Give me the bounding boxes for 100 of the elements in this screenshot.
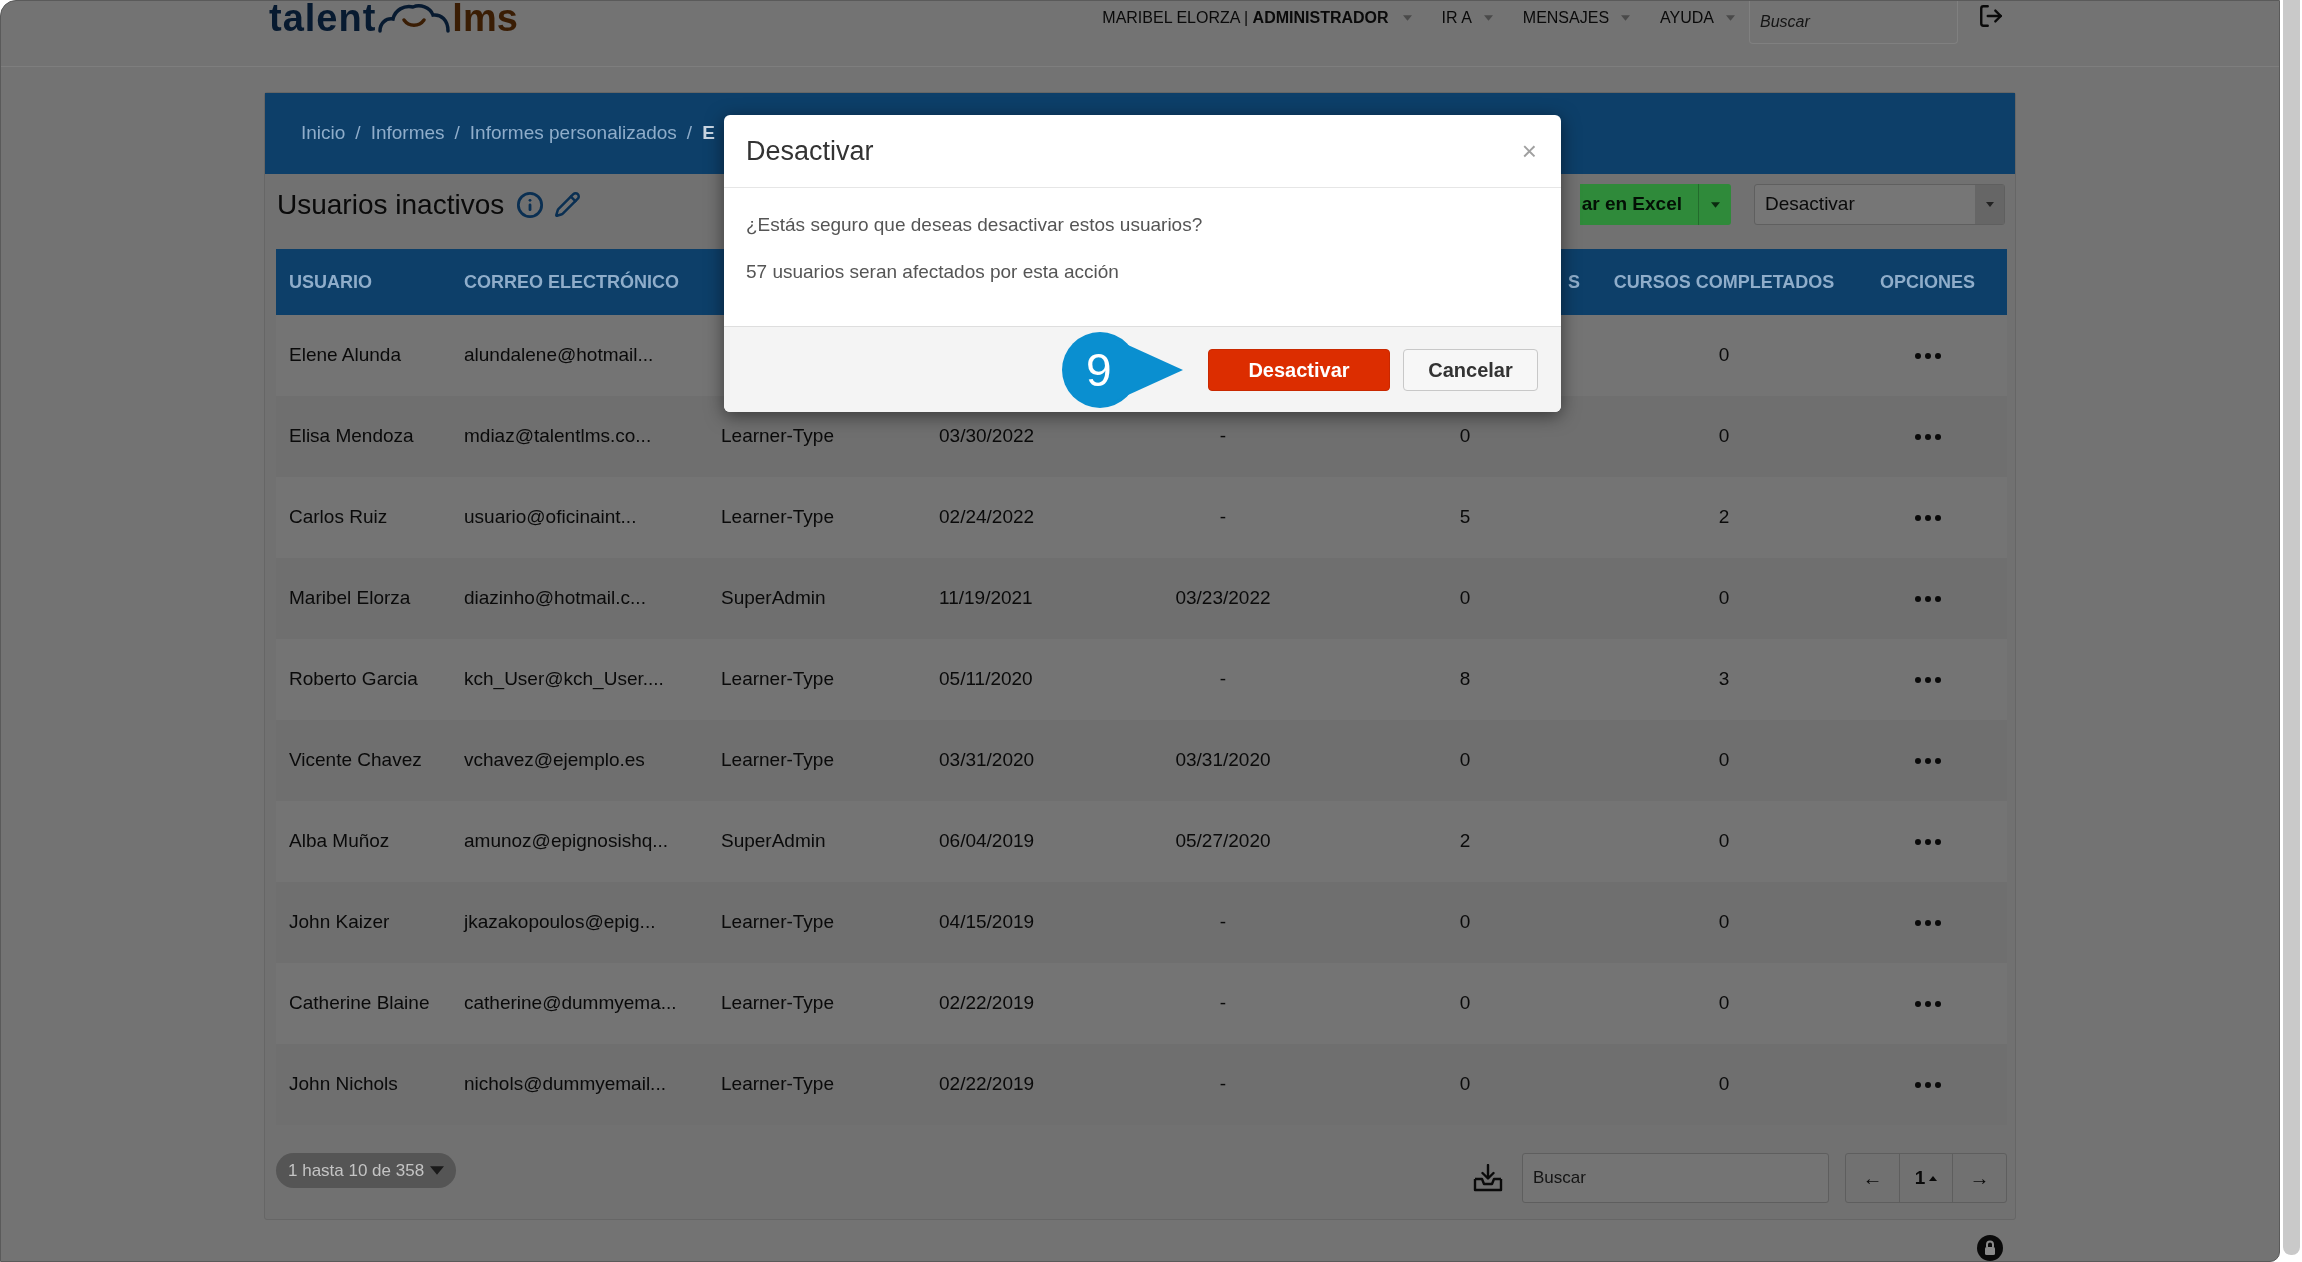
ellipsis-icon [1914,352,1941,359]
table-cell: - [1219,668,1227,690]
search-field[interactable]: Buscar [1522,1153,1829,1203]
table-cell: mdiaz@talentlms.co... [464,425,652,447]
table-cell: 0 [1718,344,1730,366]
step-callout: 9 [1062,331,1183,408]
breadcrumb-current: E [702,121,715,146]
ellipsis-icon [1914,676,1941,683]
dialog-message: ¿Estás seguro que deseas desactivar estos usuarios? [746,213,1204,237]
table-cell: 02/22/2019 [939,992,1035,1014]
ellipsis-icon [1914,919,1941,926]
table-cell: 0 [1718,425,1730,447]
caret-icon [1985,202,1994,207]
nav-menu[interactable]: IR A [1441,6,1493,30]
pencil-icon[interactable] [554,191,582,218]
logo-text: lms [452,1,518,35]
ellipsis-icon [1914,1081,1941,1088]
table-cell: 05/11/2020 [939,668,1033,690]
table-cell: usuario@oficinaint... [464,506,637,528]
breadcrumb-separator: / [454,121,460,146]
page-number-button[interactable]: 1 [1900,1154,1953,1202]
table-cell: Roberto Garcia [289,668,418,690]
table-cell: alundalene@hotmail... [464,344,654,366]
table-cell: 0 [1718,1073,1730,1095]
column-header[interactable]: USUARIO [289,271,372,292]
table-cell: Carlos Ruiz [289,506,388,528]
table-cell: - [1219,992,1227,1014]
export-button[interactable]: ar en Excel [1579,184,1731,225]
table-cell: 8 [1459,668,1471,690]
action-select[interactable]: Desactivar [1754,184,2005,225]
ellipsis-icon [1914,433,1941,440]
table-cell: 03/30/2022 [939,425,1035,447]
breadcrumb-separator: / [355,121,361,146]
ellipsis-icon [1914,757,1941,764]
caret-icon [430,1166,445,1175]
table-cell: Learner-Type [721,506,834,528]
nav-menu[interactable]: AYUDA [1660,6,1735,30]
page-range-pill[interactable]: 1 hasta 10 de 358 [276,1153,457,1188]
table-cell: 02/24/2022 [939,506,1035,528]
next-page-button[interactable]: → [1953,1154,2006,1202]
table-cell: Elene Alunda [289,344,401,366]
previous-page-button[interactable]: ← [1846,1154,1900,1202]
table-cell: 03/31/2020 [939,749,1035,771]
table-cell: diazinho@hotmail.c... [464,587,646,609]
deactivate-button[interactable]: Desactivar [1208,348,1390,391]
ellipsis-icon [1914,838,1941,845]
cloud-icon [378,3,451,33]
breadcrumb-link[interactable]: Informes [370,119,445,148]
table-cell: 0 [1718,587,1730,609]
table-cell: Alba Muñoz [289,830,390,852]
user-menu[interactable]: MARIBEL ELORZA | ADMINISTRADOR [1102,6,1412,30]
table-cell: 0 [1459,992,1471,1014]
caret-icon [1710,201,1720,208]
padlock-icon[interactable] [1977,1235,2003,1261]
column-header[interactable]: CORREO ELECTRÓNICO [464,271,679,292]
table-cell: - [1219,425,1227,447]
table-cell: 2 [1718,506,1730,528]
table-cell: 03/31/2020 [1175,749,1271,771]
table-cell: 06/04/2019 [939,830,1035,852]
table-cell: - [1219,506,1227,528]
search-field[interactable]: Buscar [1749,1,1958,44]
table-cell: SuperAdmin [721,587,826,609]
caret-icon [1621,15,1631,21]
table-cell: 0 [1718,911,1730,933]
table-cell: SuperAdmin [721,830,826,852]
table-cell: 5 [1459,506,1471,528]
table-cell: Elisa Mendoza [289,425,414,447]
table-cell: 2 [1459,830,1471,852]
table-cell: Learner-Type [721,992,834,1014]
table-cell: Learner-Type [721,668,834,690]
download-tray-icon[interactable] [1473,1164,1503,1192]
ellipsis-icon [1914,1000,1941,1007]
scrollbar[interactable] [2282,0,2300,1255]
table-cell: 0 [1459,749,1471,771]
caret-icon [1402,15,1412,21]
table-cell: Learner-Type [721,425,834,447]
column-header[interactable]: OPCIONES [1880,271,1975,292]
ellipsis-icon [1914,595,1941,602]
table-cell: catherine@dummyema... [464,992,677,1014]
close-button[interactable]: × [1521,138,1537,164]
table-cell: - [1219,1073,1227,1095]
info-icon[interactable] [516,190,545,219]
breadcrumb-link[interactable]: Informes personalizados [469,119,677,148]
breadcrumb-separator: / [686,121,693,146]
cancel-button[interactable]: Cancelar [1403,348,1538,391]
report-title: Usuarios inactivos [277,187,505,222]
breadcrumb-link[interactable]: Inicio [301,119,346,148]
table-cell: 02/22/2019 [939,1073,1035,1095]
table-cell: 05/27/2020 [1175,830,1271,852]
table-cell: 11/19/2021 [939,587,1033,609]
table-cell: 0 [1459,425,1471,447]
table-cell: Learner-Type [721,749,834,771]
table-cell: Vicente Chavez [289,749,422,771]
table-cell: Learner-Type [721,911,834,933]
column-header[interactable]: S [1568,271,1580,292]
caret-icon [1483,15,1493,21]
table-cell: - [1219,911,1227,933]
table-cell: John Kaizer [289,911,390,933]
nav-menu[interactable]: MENSAJES [1522,6,1631,30]
column-header[interactable]: CURSOS COMPLETADOS [1613,271,1835,292]
